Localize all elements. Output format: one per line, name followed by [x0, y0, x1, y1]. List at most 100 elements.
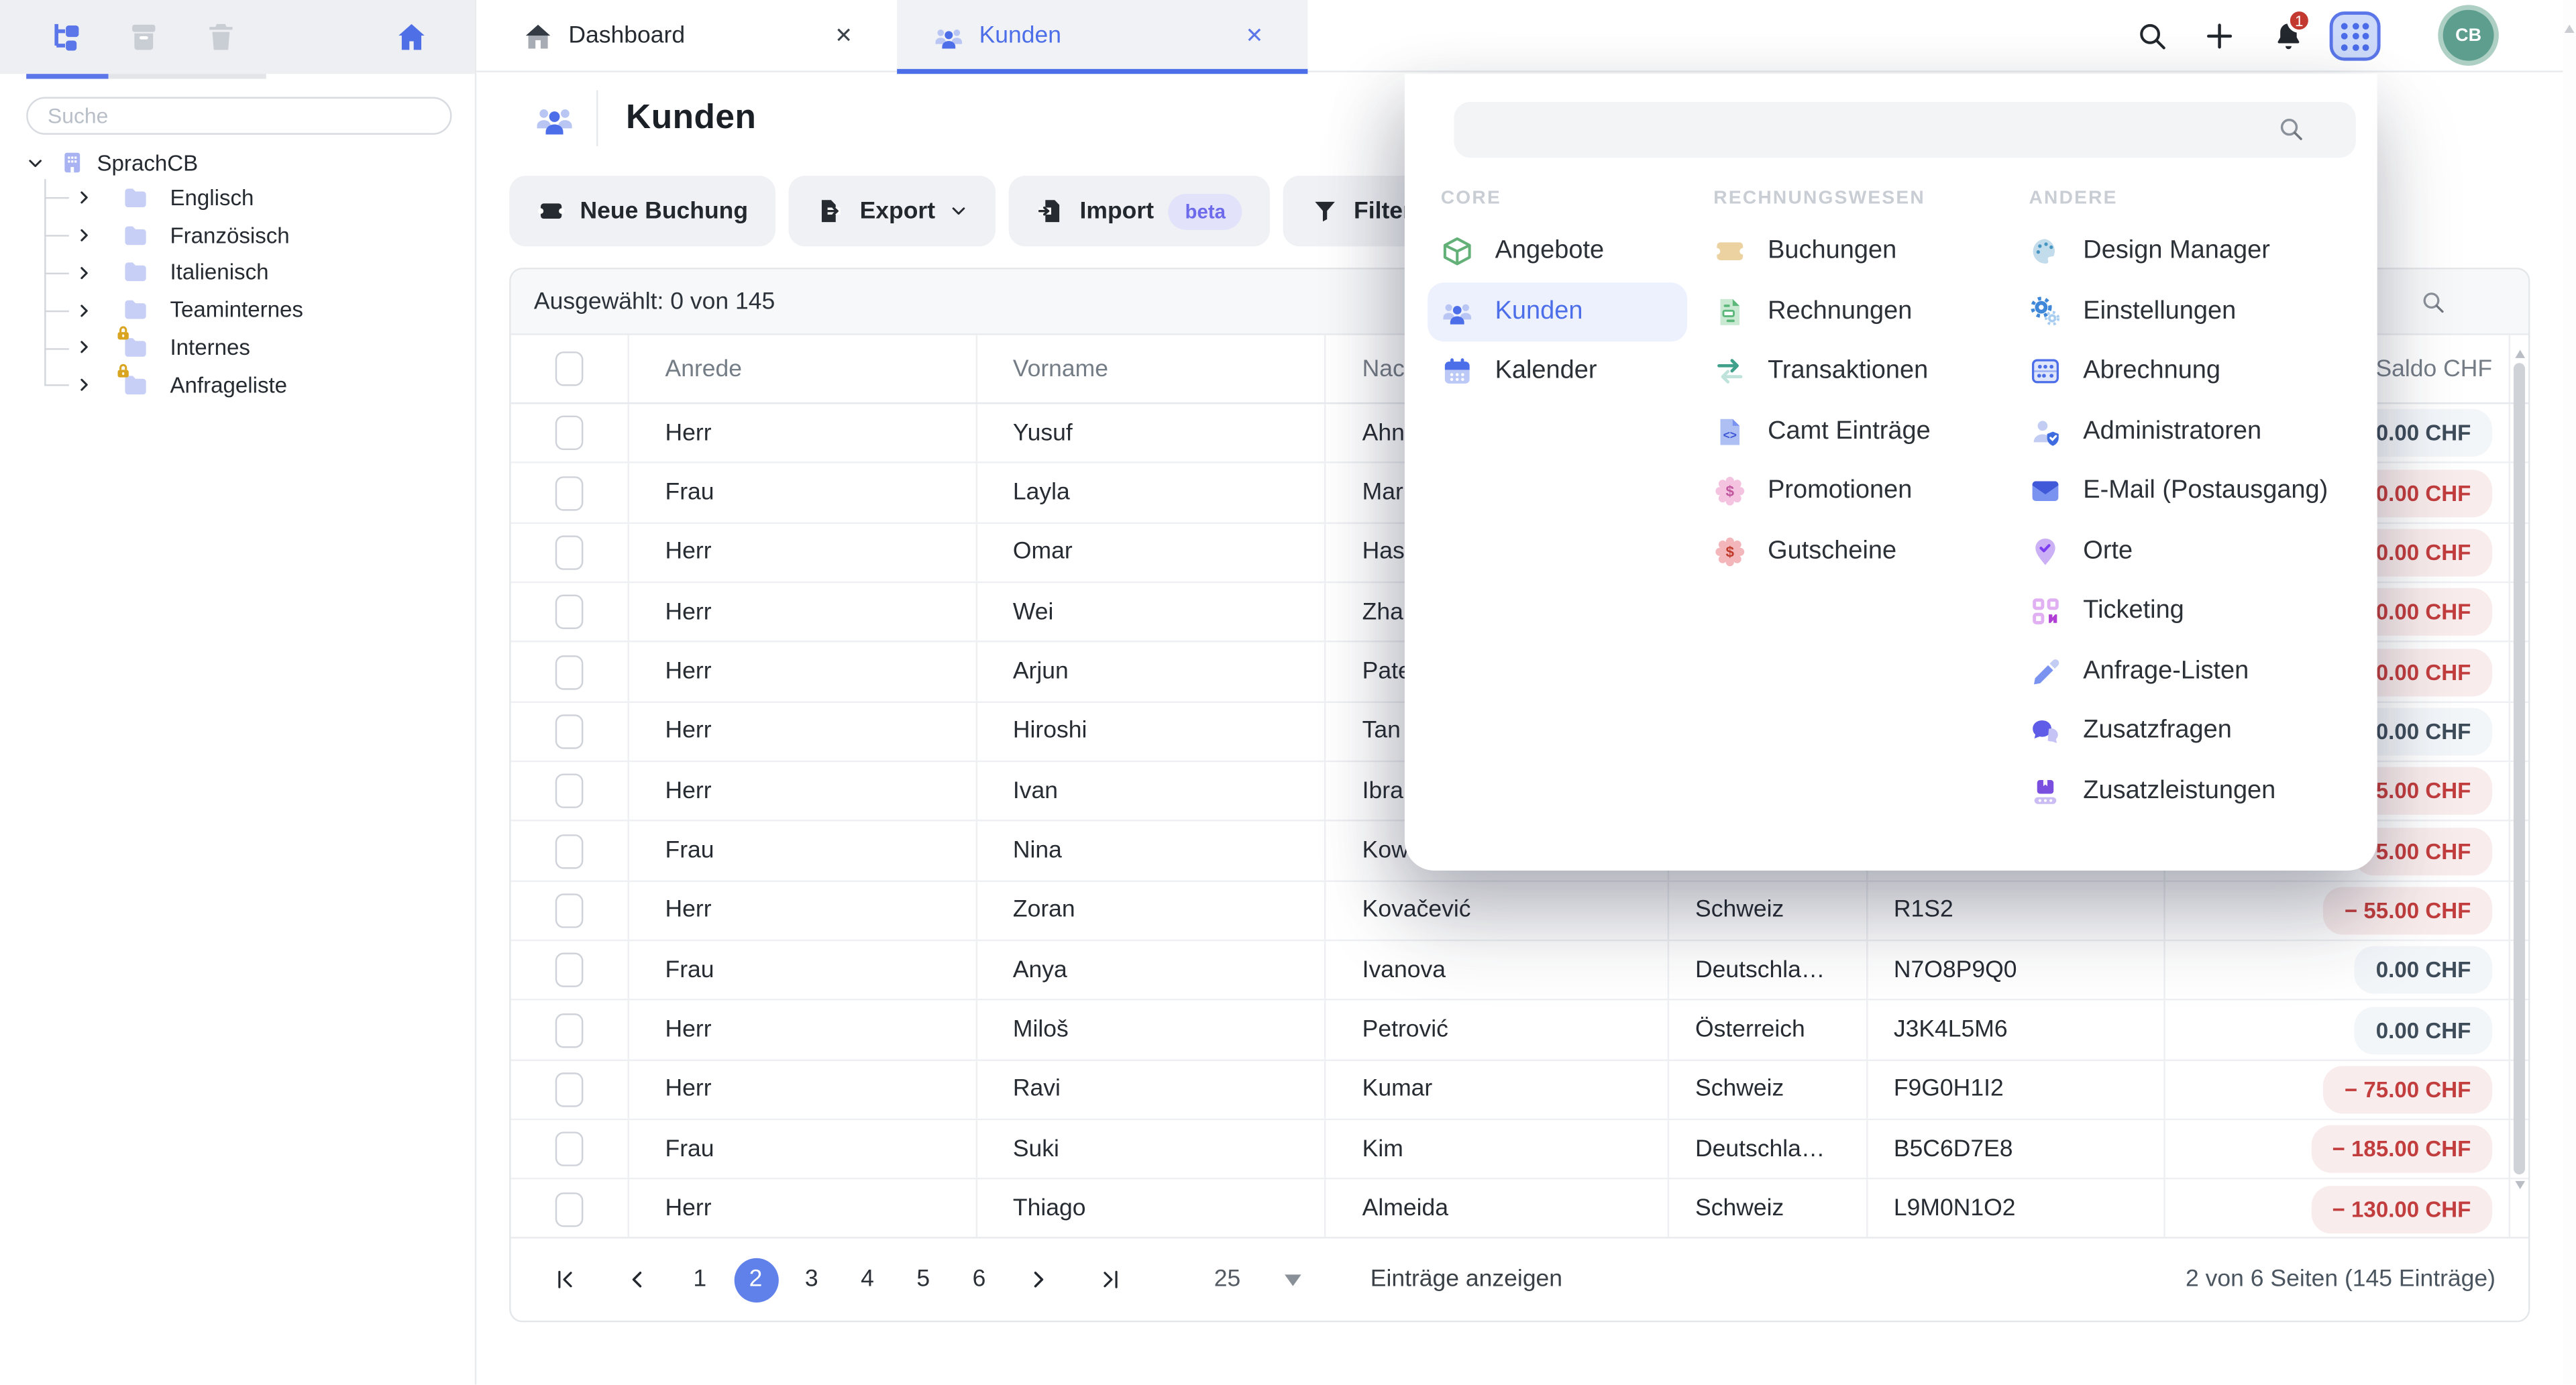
apps-menu-item[interactable]: E-Mail (Postausgang) [2016, 461, 2367, 521]
tree-item[interactable]: Französisch [0, 217, 475, 254]
tree-item[interactable]: Teaminternes [0, 291, 475, 329]
table-row[interactable]: Herr Miloš Petrović Österreich J3K4L5M6 … [511, 1001, 2528, 1061]
page-number-button[interactable]: 2 [733, 1258, 777, 1302]
row-checkbox[interactable] [555, 655, 584, 689]
apps-menu-item[interactable]: Rechnungen [1701, 282, 2006, 341]
apps-menu-item[interactable]: Einstellungen [2016, 282, 2367, 341]
gears-icon [2029, 295, 2061, 328]
table-search-icon[interactable] [2420, 288, 2446, 315]
apps-menu-item[interactable]: Transaktionen [1701, 341, 2006, 401]
cell-land: Österreich [1669, 1001, 1868, 1060]
new-booking-button[interactable]: Neue Buchung [509, 176, 776, 246]
last-page-button[interactable] [1099, 1268, 1122, 1291]
archive-box-icon[interactable] [127, 19, 161, 54]
cell-nachname: Petrović [1326, 1001, 1669, 1060]
plus-icon[interactable] [2203, 19, 2236, 52]
table-row[interactable]: Herr Zoran Kovačević Schweiz R1S2 − 55.0… [511, 881, 2528, 941]
apps-menu-item[interactable]: <> Camt Einträge [1701, 402, 2006, 461]
apps-menu-item[interactable]: Zusatzleistungen [2016, 761, 2367, 821]
row-checkbox[interactable] [555, 1072, 584, 1107]
table-scrollbar[interactable] [2514, 363, 2525, 1174]
table-row[interactable]: Frau Suki Kim Deutschla… B5C6D7E8 − 185.… [511, 1121, 2528, 1180]
chevron-right-icon[interactable] [76, 376, 93, 394]
row-checkbox[interactable] [555, 714, 584, 749]
import-button[interactable]: Import beta [1009, 176, 1270, 246]
tree-item[interactable]: Italienisch [0, 254, 475, 292]
column-header-vorname[interactable]: Vorname [977, 335, 1326, 402]
avatar[interactable]: CB [2443, 10, 2494, 61]
tree-item[interactable]: Englisch [0, 179, 475, 217]
chevron-right-icon[interactable] [76, 339, 93, 356]
trash-icon[interactable] [204, 19, 238, 54]
row-checkbox[interactable] [555, 416, 584, 450]
close-icon[interactable]: ✕ [1246, 23, 1264, 49]
window-scrollbar[interactable] [2563, 0, 2576, 1384]
table-row[interactable]: Frau Anya Ivanova Deutschla… N7O8P9Q0 0.… [511, 941, 2528, 1001]
apps-menu-item[interactable]: Abrechnung [2016, 341, 2367, 401]
home-icon[interactable] [394, 19, 429, 54]
row-checkbox[interactable] [555, 1013, 584, 1047]
chats-icon [2029, 715, 2061, 748]
apps-menu-search-input[interactable] [1454, 102, 2355, 158]
apps-menu-item[interactable]: $ Gutscheine [1701, 522, 2006, 581]
page-number-button[interactable]: 1 [678, 1258, 722, 1302]
apps-menu-item[interactable]: Ticketing [2016, 581, 2367, 641]
import-icon [1037, 197, 1065, 225]
row-checkbox[interactable] [555, 1192, 584, 1226]
row-checkbox[interactable] [555, 774, 584, 808]
export-button[interactable]: Export [789, 176, 996, 246]
chevron-right-icon[interactable] [76, 264, 93, 282]
page-header: Kunden [534, 91, 756, 146]
tree-root-item[interactable]: SprachCB [0, 146, 475, 179]
apps-menu-item[interactable]: Anfrage-Listen [2016, 641, 2367, 701]
first-page-button[interactable] [553, 1268, 576, 1291]
apps-menu-item[interactable]: Orte [2016, 522, 2367, 581]
row-checkbox[interactable] [555, 595, 584, 629]
table-row[interactable]: Herr Ravi Kumar Schweiz F9G0H1I2 − 75.00… [511, 1061, 2528, 1121]
page-size-select[interactable]: 25 [1214, 1266, 1301, 1294]
scroll-down-arrow[interactable] [2514, 1181, 2524, 1195]
page-number-button[interactable]: 5 [901, 1258, 945, 1302]
column-header-anrede[interactable]: Anrede [629, 335, 977, 402]
tab-kunden[interactable]: Kunden ✕ [897, 0, 1307, 72]
chevron-right-icon[interactable] [76, 189, 93, 207]
apps-menu-item[interactable]: Angebote [1428, 222, 1687, 282]
apps-menu-item[interactable]: Zusatzfragen [2016, 702, 2367, 761]
cell-vorname: Thiago [977, 1180, 1326, 1239]
page-number-button[interactable]: 4 [845, 1258, 890, 1302]
cell-nachname: Kim [1326, 1121, 1669, 1179]
row-checkbox[interactable] [555, 953, 584, 987]
previous-page-button[interactable] [626, 1268, 649, 1291]
row-checkbox[interactable] [555, 476, 584, 510]
close-icon[interactable]: ✕ [835, 23, 853, 49]
chevron-down-icon[interactable] [26, 154, 44, 172]
apps-menu-item[interactable]: $ Promotionen [1701, 461, 2006, 521]
apps-menu-item[interactable]: Kalender [1428, 341, 1687, 401]
row-checkbox[interactable] [555, 1132, 584, 1166]
apps-menu-item[interactable]: Administratoren [2016, 402, 2367, 461]
cell-vorname: Zoran [977, 881, 1326, 940]
row-checkbox[interactable] [555, 834, 584, 868]
apps-grid-button[interactable] [2330, 11, 2381, 60]
row-checkbox[interactable] [555, 535, 584, 569]
tree-item[interactable]: Anfrageliste [0, 366, 475, 404]
apps-menu-item[interactable]: Design Manager [2016, 222, 2367, 282]
row-checkbox[interactable] [555, 893, 584, 928]
select-all-checkbox[interactable] [555, 351, 584, 386]
page-number-button[interactable]: 6 [957, 1258, 1002, 1302]
chevron-right-icon[interactable] [76, 301, 93, 319]
funnel-icon [1311, 197, 1339, 225]
tree-structure-icon[interactable] [49, 19, 83, 54]
tree-item[interactable]: Internes [0, 329, 475, 366]
apps-menu-item[interactable]: Kunden [1428, 282, 1687, 341]
scroll-up-arrow[interactable] [2514, 345, 2524, 358]
apps-menu-item[interactable]: Buchungen [1701, 222, 2006, 282]
search-icon[interactable] [2136, 19, 2169, 52]
chevron-right-icon[interactable] [76, 227, 93, 244]
next-page-button[interactable] [1027, 1268, 1050, 1291]
sidebar-search-input[interactable] [26, 97, 451, 134]
table-row[interactable]: Herr Thiago Almeida Schweiz L9M0N1O2 − 1… [511, 1180, 2528, 1240]
cell-vorname: Ravi [977, 1061, 1326, 1119]
page-number-button[interactable]: 3 [790, 1258, 834, 1302]
tab-dashboard[interactable]: Dashboard ✕ [486, 0, 897, 72]
